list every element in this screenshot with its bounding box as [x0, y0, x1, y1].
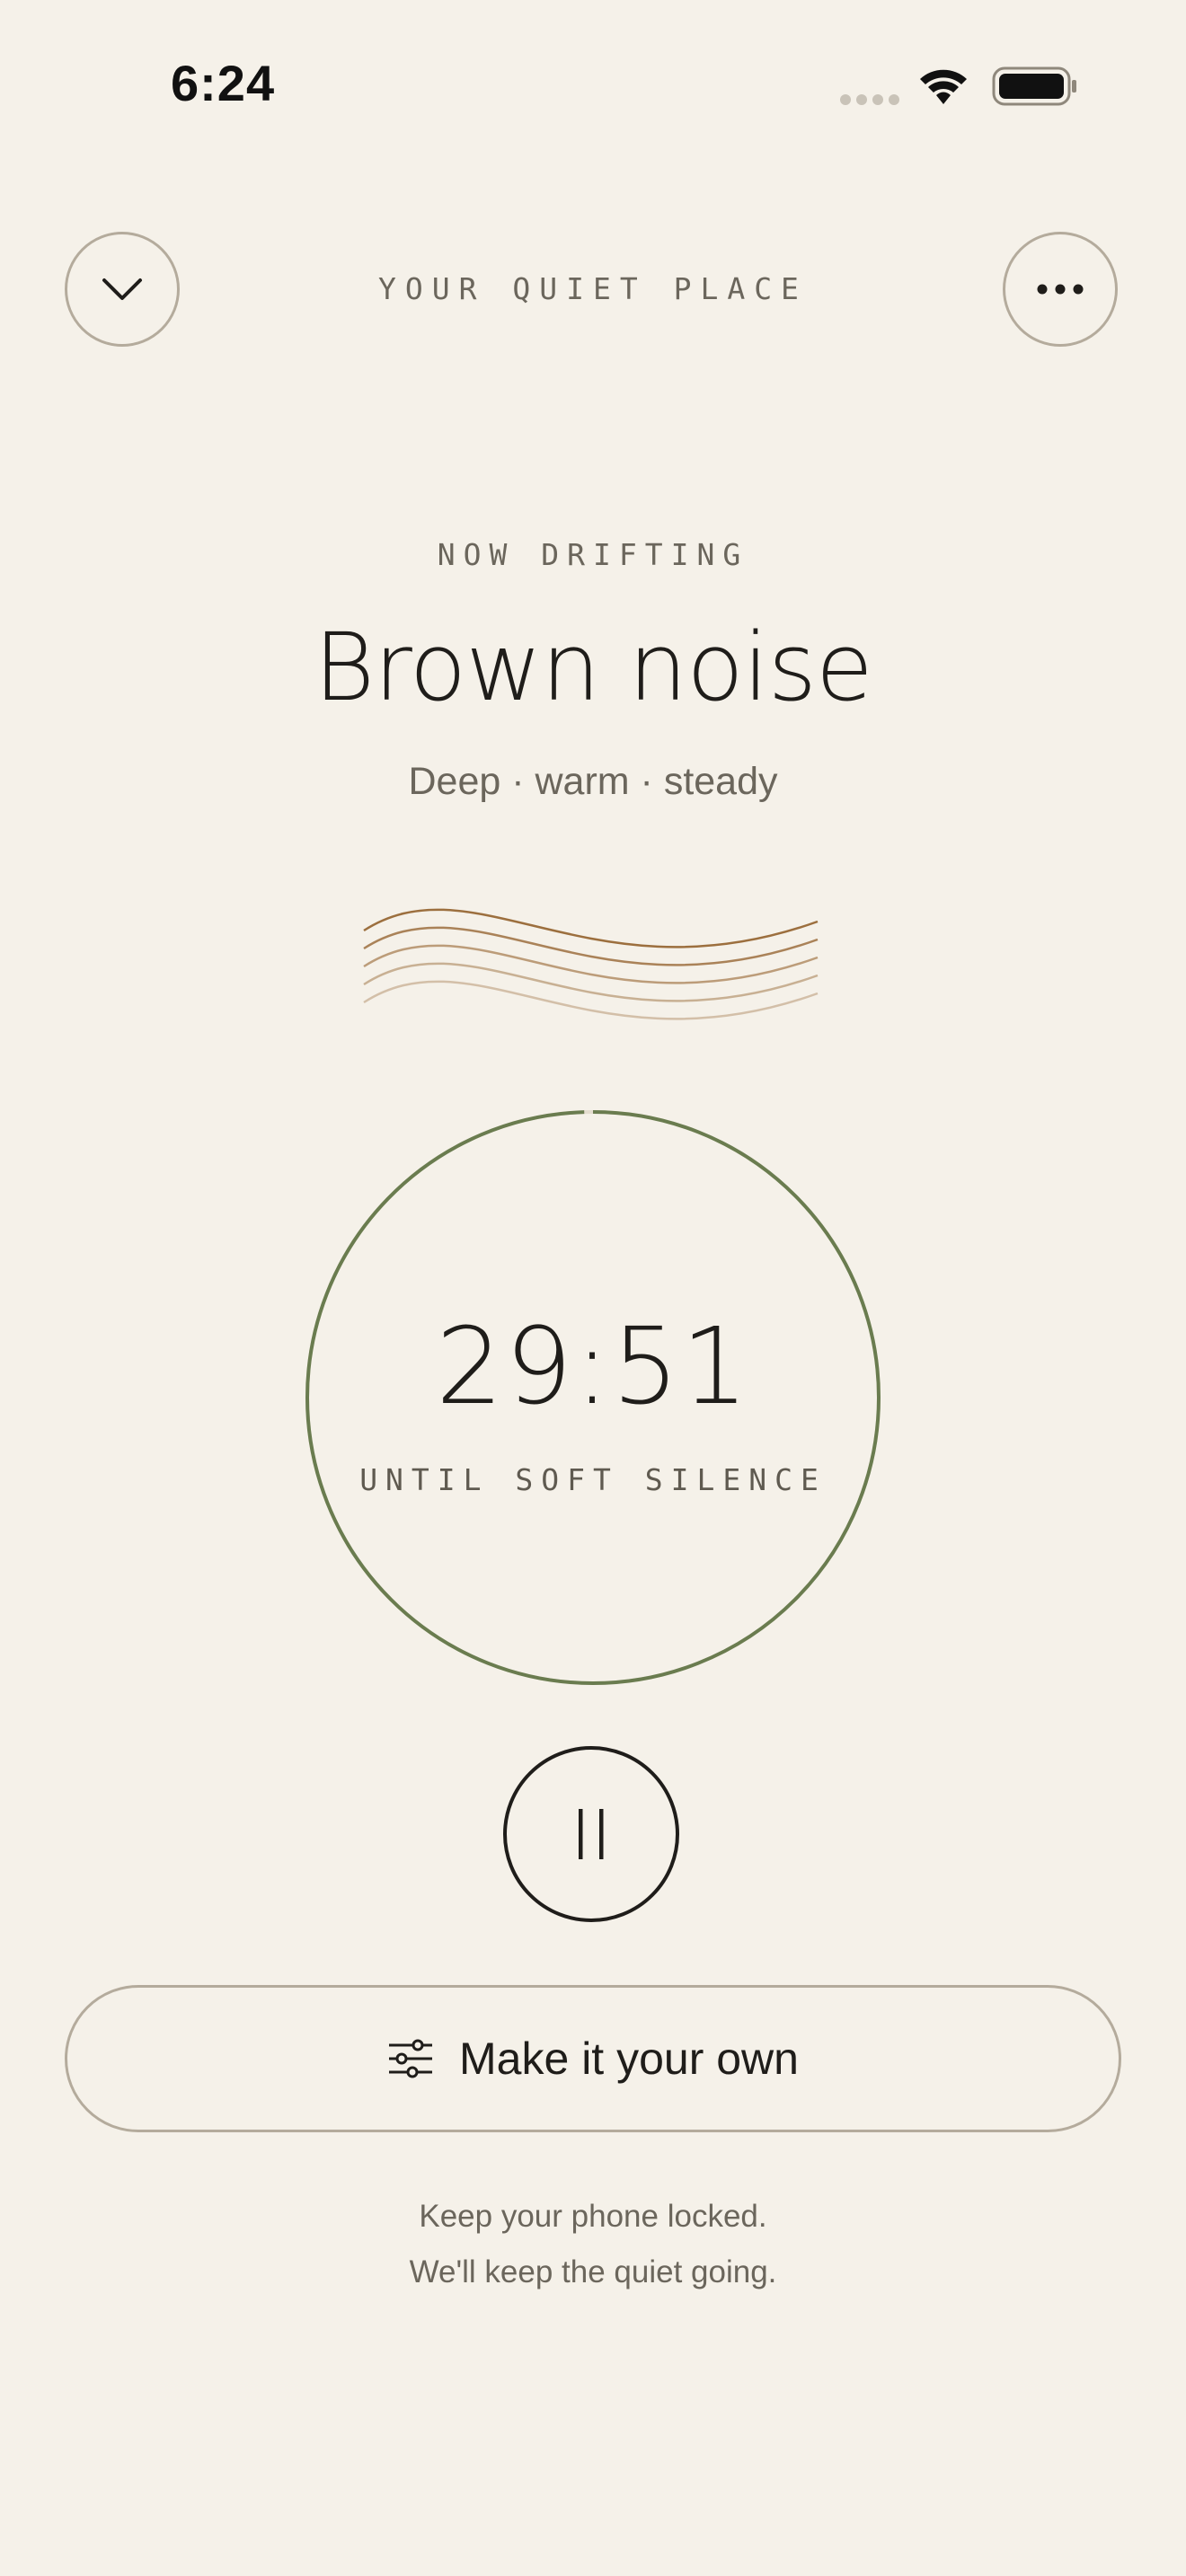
- track-subtitle: Deep · warm · steady: [408, 760, 778, 803]
- timer-remaining: 29:51: [435, 1304, 751, 1428]
- battery-icon: [992, 66, 1076, 106]
- now-drifting-label: NOW DRIFTING: [437, 537, 749, 572]
- more-options-button[interactable]: [1003, 232, 1118, 347]
- pause-button[interactable]: [503, 1746, 679, 1922]
- wifi-icon: [920, 69, 967, 104]
- customize-label: Make it your own: [459, 2033, 799, 2084]
- status-time: 6:24: [171, 55, 276, 111]
- cellular-signal-icon: [840, 94, 899, 105]
- customize-button[interactable]: Make it your own: [65, 1985, 1121, 2132]
- sound-waves-icon: [363, 908, 819, 1020]
- footer-line-1: Keep your phone locked.: [419, 2199, 767, 2234]
- pause-icon: [579, 1809, 604, 1859]
- more-horizontal-icon: [1037, 284, 1084, 295]
- timer-label: UNTIL SOFT SILENCE: [359, 1462, 827, 1497]
- sliders-icon: [389, 2039, 433, 2078]
- footer-line-2: We'll keep the quiet going.: [409, 2254, 777, 2289]
- track-title: Brown noise: [314, 613, 873, 722]
